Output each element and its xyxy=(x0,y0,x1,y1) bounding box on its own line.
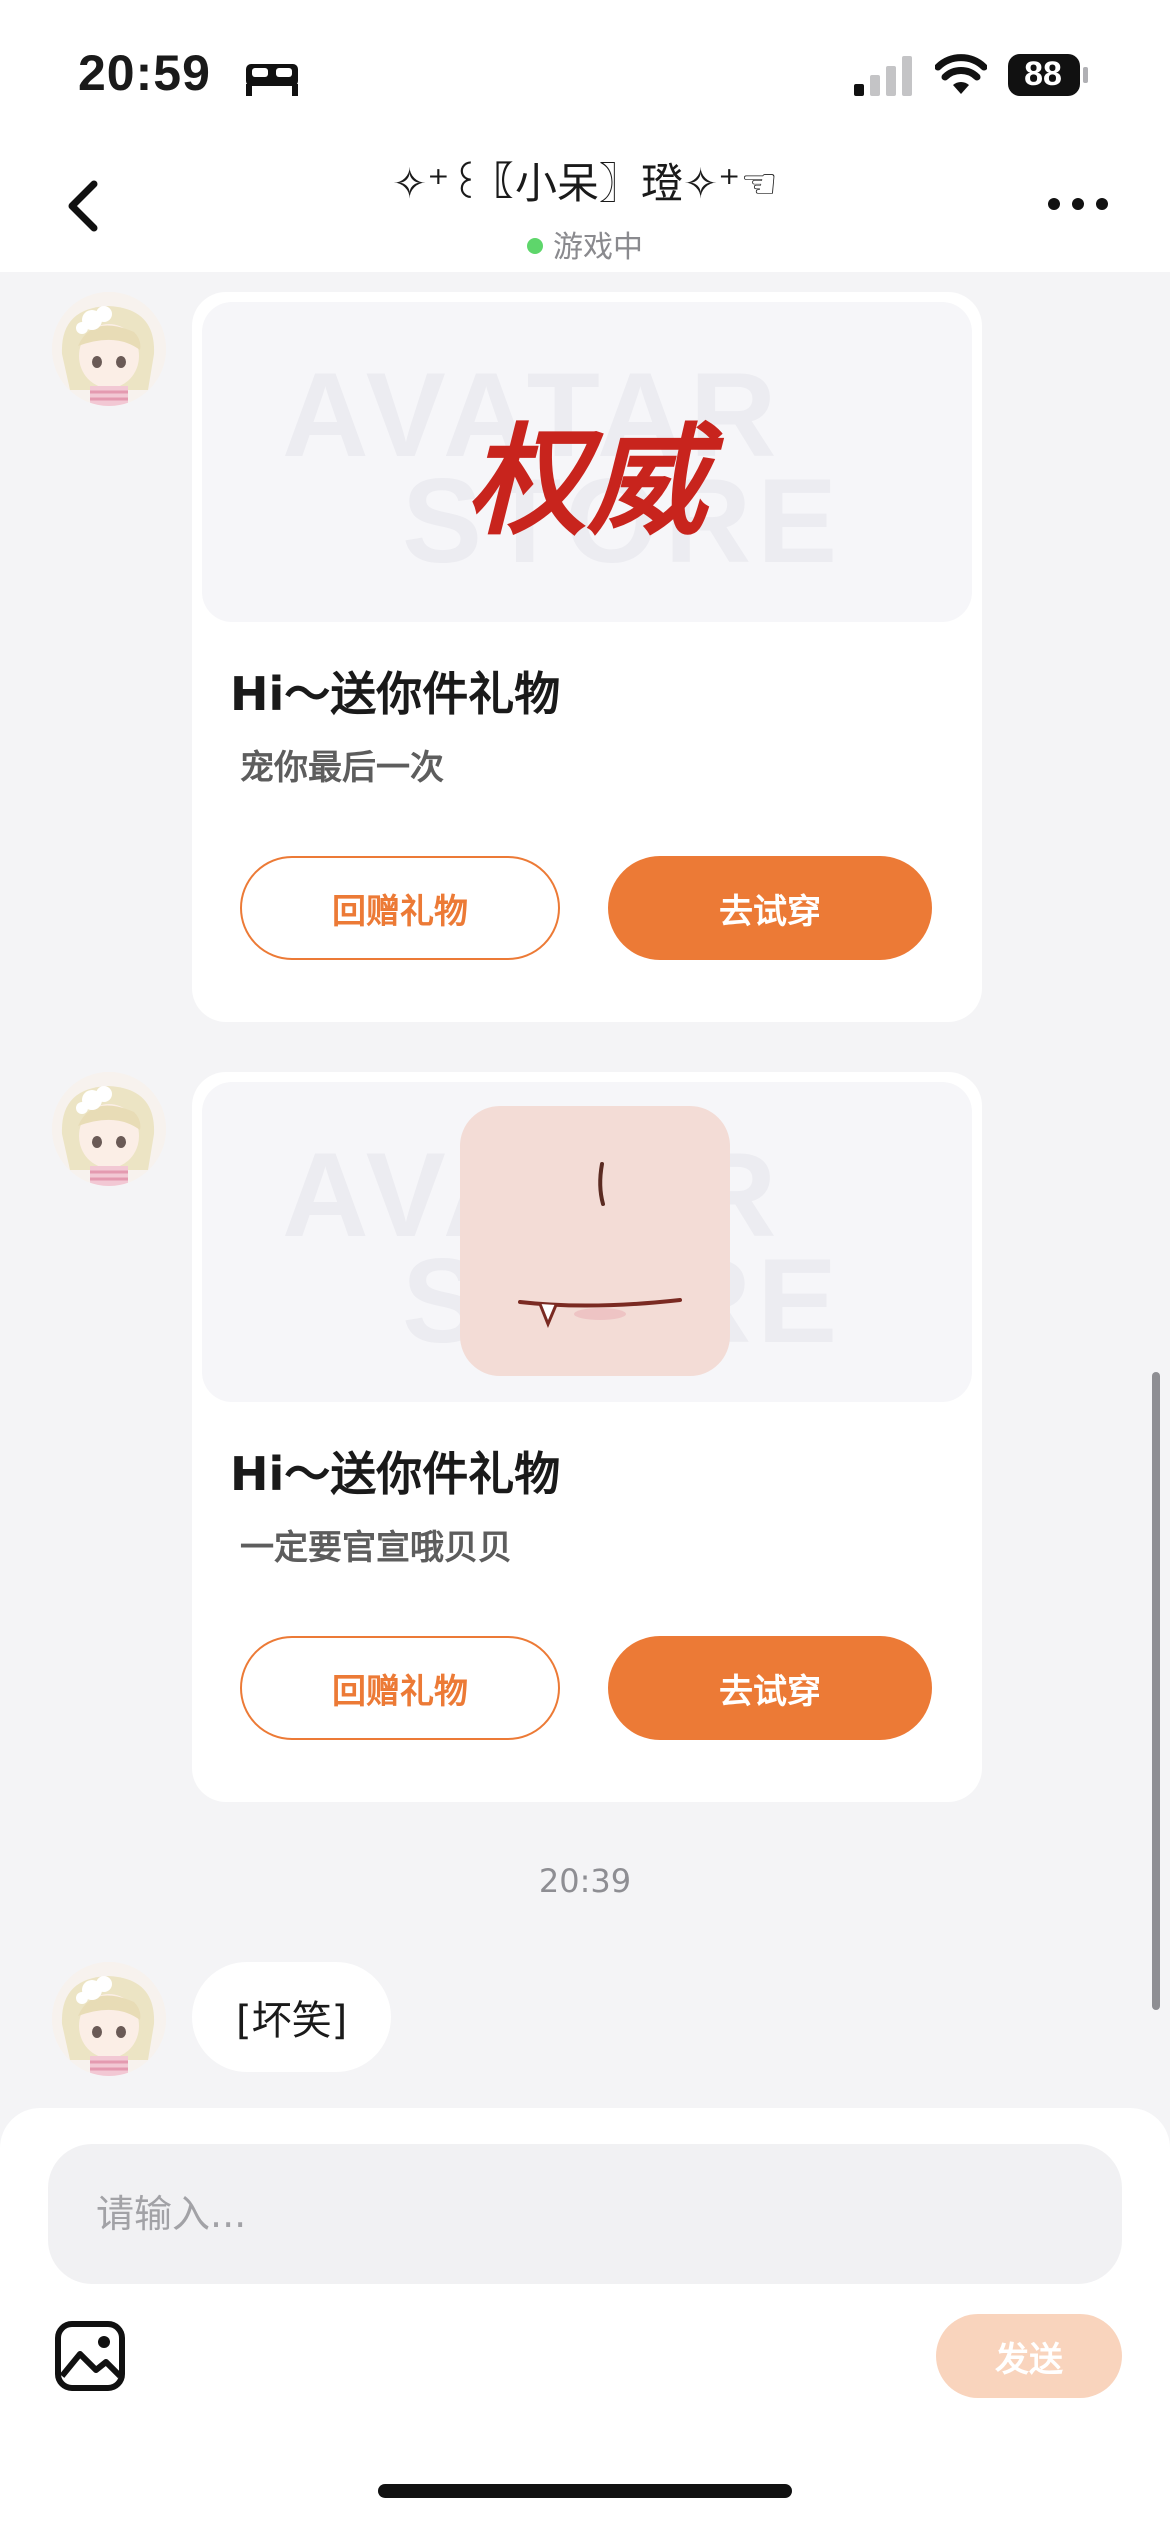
home-indicator xyxy=(378,2484,792,2498)
status-bar: 20:59 88 xyxy=(0,0,1170,140)
presence-label: 游戏中 xyxy=(553,230,643,265)
gift-title: Hi～送你件礼物 xyxy=(230,667,561,721)
gift-card: AVATAR STORE 权威 Hi～送你件礼物 宠你最后一次 回赠礼物 去试穿 xyxy=(192,292,982,1022)
text-message-bubble: [坏笑] xyxy=(192,1962,392,2072)
battery-level: 88 xyxy=(1024,55,1062,93)
wifi-icon xyxy=(935,54,987,94)
bed-icon xyxy=(246,64,298,96)
gift-badge-text: 权威 xyxy=(467,411,707,552)
scrollbar[interactable] xyxy=(1152,1372,1160,2010)
gift-title: Hi～送你件礼物 xyxy=(230,1447,561,1501)
gift-preview: AVATAR STORE xyxy=(202,1082,972,1402)
try-on-button[interactable]: 去试穿 xyxy=(608,1636,932,1740)
more-options-icon[interactable] xyxy=(1046,192,1110,216)
online-dot-icon xyxy=(527,237,543,254)
signal-icon xyxy=(854,56,912,96)
presence-status: 游戏中 xyxy=(0,222,1170,266)
status-time: 20:59 xyxy=(78,45,211,101)
face-item-image xyxy=(460,1106,730,1376)
send-button[interactable]: 发送 xyxy=(936,2314,1122,2398)
chat-header: ✧⁺꒰〖小呆〗璒✧⁺☜ 游戏中 xyxy=(0,140,1170,272)
message-timestamp: 20:39 xyxy=(538,1862,632,1900)
input-area: 发送 xyxy=(0,2108,1170,2532)
try-on-button[interactable]: 去试穿 xyxy=(608,856,932,960)
avatar[interactable] xyxy=(52,292,166,406)
return-gift-button[interactable]: 回赠礼物 xyxy=(240,1636,560,1740)
avatar[interactable] xyxy=(52,1072,166,1186)
image-icon[interactable] xyxy=(54,2320,126,2392)
chat-screen: 20:59 88 ✧⁺꒰〖小呆〗璒✧⁺☜ 游戏中 AVATAR STORE 权威… xyxy=(0,0,1170,2532)
chat-title: ✧⁺꒰〖小呆〗璒✧⁺☜ xyxy=(392,159,778,208)
message-input[interactable] xyxy=(48,2144,1122,2284)
gift-preview: AVATAR STORE 权威 xyxy=(202,302,972,622)
gift-card: AVATAR STORE Hi～送你件礼物 一定要官宣哦贝贝 回赠礼物 去试穿 xyxy=(192,1072,982,1802)
gift-message: 一定要官宣哦贝贝 xyxy=(240,1528,512,1568)
return-gift-button[interactable]: 回赠礼物 xyxy=(240,856,560,960)
avatar[interactable] xyxy=(52,1962,166,2076)
gift-message: 宠你最后一次 xyxy=(240,748,444,788)
